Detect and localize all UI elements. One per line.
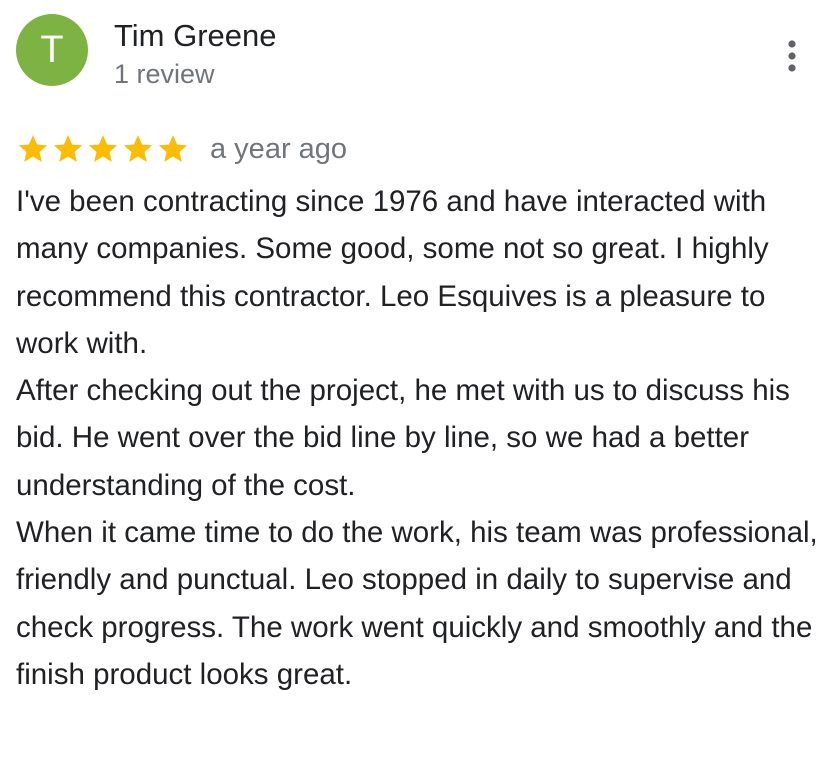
star-icon [88, 135, 118, 162]
review-paragraph: After checking out the project, he met w… [16, 374, 790, 502]
star-rating [16, 132, 190, 166]
review-paragraph: When it came time to do the work, his te… [16, 516, 818, 691]
star-icon [53, 135, 83, 162]
star-icon [158, 135, 188, 162]
review-count: 1 review [114, 59, 215, 89]
more-options-button[interactable] [772, 34, 812, 78]
more-vert-icon [788, 40, 796, 72]
avatar[interactable]: T [16, 14, 88, 86]
review-card: T Tim Greene 1 review a year ago I've be… [0, 0, 831, 780]
reviewer-name[interactable]: Tim Greene [114, 16, 277, 56]
rating-row: a year ago [16, 128, 347, 170]
review-paragraph: I've been contracting since 1976 and hav… [16, 185, 769, 360]
review-text: I've been contracting since 1976 and hav… [16, 178, 821, 698]
review-date: a year ago [210, 133, 348, 165]
star-icon [18, 135, 48, 162]
star-icon [123, 135, 153, 162]
